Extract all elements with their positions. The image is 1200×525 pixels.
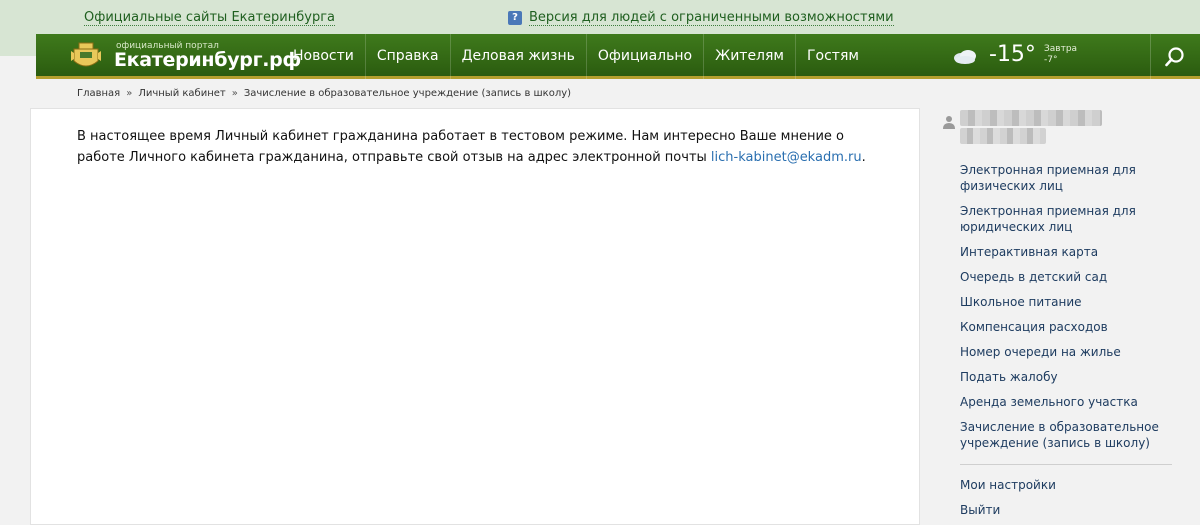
breadcrumb-cabinet[interactable]: Личный кабинет bbox=[138, 88, 225, 99]
search-button[interactable] bbox=[1150, 34, 1200, 79]
cloud-icon bbox=[954, 50, 976, 64]
sidebar-item-school-enrollment[interactable]: Зачисление в образовательное учреждение … bbox=[940, 415, 1172, 456]
tomorrow-temperature: -7° bbox=[1044, 55, 1058, 65]
tomorrow-forecast: Завтра -7° bbox=[1044, 44, 1077, 66]
menu-item-news[interactable]: Новости bbox=[282, 34, 365, 79]
test-mode-notice: В настоящее время Личный кабинет граждан… bbox=[77, 126, 873, 168]
main-navbar: официальный портал Екатеринбург.рф Новос… bbox=[36, 34, 1200, 79]
accessibility-icon: ? bbox=[508, 11, 522, 25]
main-menu: Новости Справка Деловая жизнь Официально… bbox=[282, 34, 870, 79]
sidebar-item-settings[interactable]: Мои настройки bbox=[940, 473, 1172, 498]
portal-name[interactable]: Екатеринбург.рф bbox=[114, 49, 301, 71]
sidebar-item-reception-legal[interactable]: Электронная приемная для юридических лиц bbox=[940, 199, 1172, 240]
blurred-user-name-line2 bbox=[960, 128, 1046, 144]
accessibility-version-label: Версия для людей с ограниченными возможн… bbox=[529, 10, 894, 26]
sidebar-item-land-lease[interactable]: Аренда земельного участка bbox=[940, 390, 1172, 415]
official-sites-link[interactable]: Официальные сайты Екатеринбурга bbox=[84, 10, 336, 26]
sidebar-links: Электронная приемная для физических лиц … bbox=[940, 158, 1172, 456]
sidebar-item-complaint[interactable]: Подать жалобу bbox=[940, 365, 1172, 390]
sidebar-item-logout[interactable]: Выйти bbox=[940, 498, 1172, 523]
breadcrumb-separator: » bbox=[231, 88, 238, 99]
breadcrumb: Главная » Личный кабинет » Зачисление в … bbox=[77, 88, 571, 99]
menu-item-business[interactable]: Деловая жизнь bbox=[449, 34, 586, 79]
sidebar-item-compensation[interactable]: Компенсация расходов bbox=[940, 315, 1172, 340]
sidebar-item-interactive-map[interactable]: Интерактивная карта bbox=[940, 240, 1172, 265]
accessibility-version-link[interactable]: ? Версия для людей с ограниченными возмо… bbox=[508, 10, 894, 26]
current-temperature: -15° bbox=[989, 42, 1036, 67]
feedback-email-link[interactable]: lich-kabinet@ekadm.ru bbox=[711, 150, 862, 165]
user-block bbox=[940, 108, 1172, 158]
blurred-user-name bbox=[960, 110, 1102, 126]
sidebar-item-kindergarten-queue[interactable]: Очередь в детский сад bbox=[940, 265, 1172, 290]
menu-item-guests[interactable]: Гостям bbox=[795, 34, 870, 79]
menu-item-reference[interactable]: Справка bbox=[364, 34, 450, 79]
city-emblem-icon[interactable] bbox=[70, 41, 102, 71]
sidebar-item-reception-individuals[interactable]: Электронная приемная для физических лиц bbox=[940, 158, 1172, 199]
tomorrow-label: Завтра bbox=[1044, 44, 1078, 54]
cabinet-sidebar: Электронная приемная для физических лиц … bbox=[940, 108, 1172, 525]
sidebar-item-school-meals[interactable]: Школьное питание bbox=[940, 290, 1172, 315]
user-icon bbox=[943, 116, 955, 129]
breadcrumb-home[interactable]: Главная bbox=[77, 88, 120, 99]
content-panel: В настоящее время Личный кабинет граждан… bbox=[30, 108, 920, 525]
sidebar-divider bbox=[960, 464, 1172, 465]
menu-item-residents[interactable]: Жителям bbox=[703, 34, 795, 79]
menu-item-official[interactable]: Официально bbox=[585, 34, 703, 79]
search-icon bbox=[1165, 47, 1184, 67]
sidebar-item-housing-queue[interactable]: Номер очереди на жилье bbox=[940, 340, 1172, 365]
sidebar-account-links: Мои настройки Выйти bbox=[940, 473, 1172, 523]
notice-end: . bbox=[861, 150, 866, 165]
breadcrumb-current: Зачисление в образовательное учреждение … bbox=[243, 88, 572, 99]
breadcrumb-separator: » bbox=[126, 88, 133, 99]
